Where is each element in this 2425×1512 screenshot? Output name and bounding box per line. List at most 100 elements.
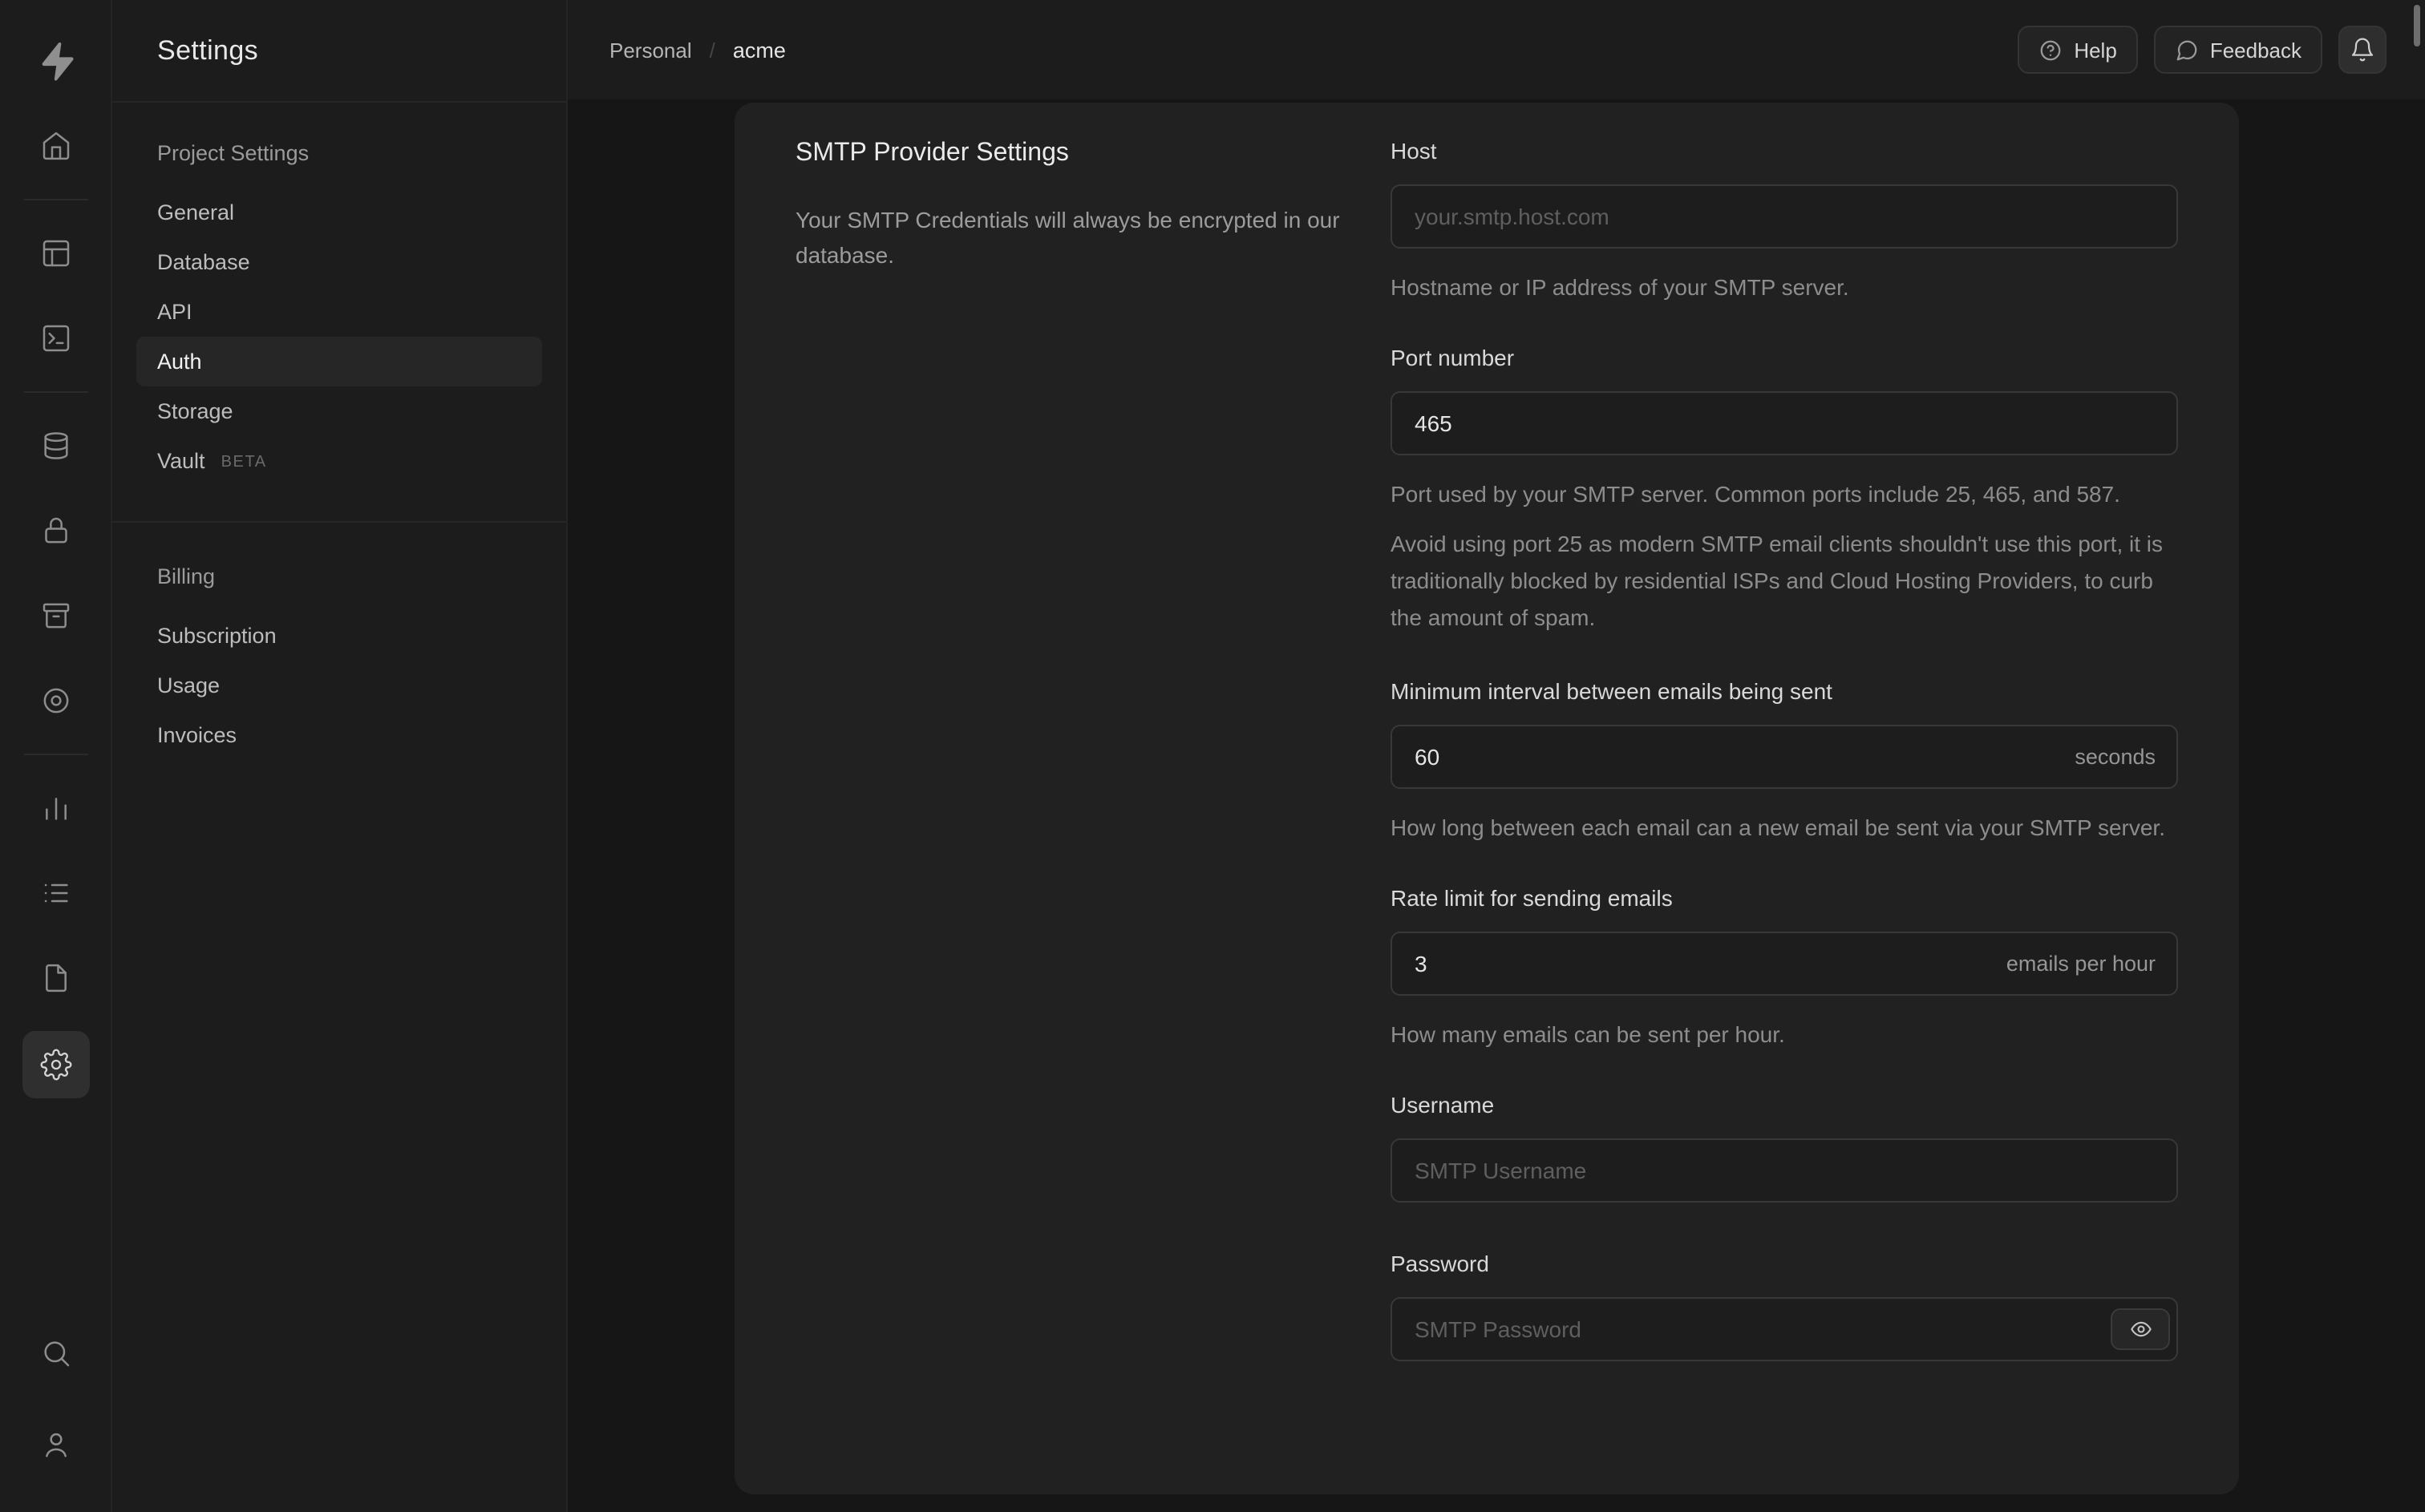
help-circle-icon [2040, 39, 2061, 60]
nav-reports-button[interactable] [23, 776, 87, 840]
rail-divider [23, 199, 87, 200]
auth-lock-icon [44, 517, 67, 544]
topbar-actions: Help Feedback [2018, 26, 2387, 74]
port-field-group: Port number Port used by your SMTP serve… [1391, 343, 2178, 637]
host-input[interactable] [1391, 184, 2178, 249]
section-label-billing: Billing [157, 564, 216, 588]
sidebar-item-usage[interactable]: Usage [136, 661, 542, 710]
sql-editor-icon [42, 325, 69, 352]
sidebar-item-invoices[interactable]: Invoices [136, 710, 542, 760]
sidebar-item-storage[interactable]: Storage [136, 386, 542, 436]
smtp-form: Host Hostname or IP address of your SMTP… [1391, 136, 2178, 1494]
sidebar-item-subscription[interactable]: Subscription [136, 611, 542, 661]
panel-info: SMTP Provider Settings Your SMTP Credent… [796, 136, 1391, 1494]
reveal-password-button[interactable] [2111, 1308, 2170, 1350]
sidebar-item-database[interactable]: Database [136, 237, 542, 287]
username-label: Username [1391, 1092, 1495, 1118]
nav-functions-button[interactable] [23, 669, 87, 733]
nav-project-settings-button[interactable] [22, 1031, 89, 1098]
account-button[interactable] [23, 1413, 87, 1477]
settings-nav: Project Settings General Database API Au… [112, 103, 566, 760]
port-note-text: Avoid using port 25 as modern SMTP email… [1391, 531, 2164, 630]
host-field-group: Host Hostname or IP address of your SMTP… [1391, 136, 2178, 306]
password-input-wrap [1391, 1297, 2178, 1361]
host-label: Host [1391, 138, 1437, 164]
sidebar-item-general[interactable]: General [136, 188, 542, 237]
panel-title: SMTP Provider Settings [796, 139, 1069, 167]
interval-field-group: Minimum interval between emails being se… [1391, 677, 2178, 847]
sidebar-divider [112, 521, 566, 523]
port-input-wrap [1391, 391, 2178, 455]
host-input-wrap [1391, 184, 2178, 249]
port-label: Port number [1391, 345, 1515, 370]
search-button[interactable] [23, 1321, 87, 1385]
topbar: Personal / acme Help Feedback [568, 0, 2425, 99]
breadcrumb-org[interactable]: Personal [609, 38, 692, 62]
interval-label: Minimum interval between emails being se… [1391, 678, 1832, 704]
user-icon [45, 1433, 66, 1457]
reports-chart-icon [45, 798, 66, 820]
settings-gear-icon [39, 1049, 71, 1081]
port-help-text: Port used by your SMTP server. Common po… [1391, 481, 2120, 507]
docs-file-icon [45, 964, 66, 993]
supabase-logo[interactable] [23, 29, 87, 93]
password-input[interactable] [1391, 1297, 2178, 1361]
password-label: Password [1391, 1251, 1489, 1276]
sidebar-item-vault[interactable]: Vault BETA [136, 436, 542, 486]
rail-bottom [23, 1321, 87, 1512]
nav-logs-button[interactable] [23, 861, 87, 925]
nav-home-button[interactable] [23, 114, 87, 178]
section-label-project-settings: Project Settings [157, 141, 310, 165]
sidebar-item-api[interactable]: API [136, 287, 542, 337]
supabase-logo-icon [41, 42, 73, 81]
interval-help-text: How long between each email can a new em… [1391, 815, 2165, 840]
username-field-group: Username [1391, 1090, 2178, 1203]
password-field-group: Password [1391, 1249, 2178, 1361]
content-area: SMTP Provider Settings Your SMTP Credent… [568, 99, 2425, 1512]
rate-limit-help-text: How many emails can be sent per hour. [1391, 1021, 1785, 1047]
feedback-bubble-icon [2176, 39, 2197, 60]
interval-input-wrap: seconds [1391, 725, 2178, 789]
scrollbar-thumb[interactable] [2414, 5, 2420, 46]
username-input[interactable] [1391, 1138, 2178, 1203]
rate-limit-input[interactable] [1391, 932, 2178, 996]
help-button[interactable]: Help [2018, 26, 2138, 74]
rail-divider [23, 391, 87, 393]
rate-limit-field-group: Rate limit for sending emails emails per… [1391, 883, 2178, 1053]
feedback-button[interactable]: Feedback [2153, 26, 2322, 74]
nav-auth-button[interactable] [23, 499, 87, 563]
table-editor-icon [42, 240, 69, 267]
rail-divider [23, 754, 87, 755]
rate-limit-input-wrap: emails per hour [1391, 932, 2178, 996]
functions-icon [43, 688, 68, 714]
sidebar-item-auth[interactable]: Auth [136, 337, 542, 386]
breadcrumb-separator: / [709, 38, 715, 62]
rate-limit-label: Rate limit for sending emails [1391, 885, 1673, 911]
username-input-wrap [1391, 1138, 2178, 1203]
eye-icon [2130, 1321, 2151, 1337]
nav-docs-button[interactable] [23, 946, 87, 1010]
icon-rail [0, 0, 112, 1512]
database-icon [43, 432, 67, 459]
logs-list-icon [43, 883, 67, 903]
nav-storage-button[interactable] [23, 584, 87, 648]
panel-description: Your SMTP Credentials will always be enc… [796, 207, 1340, 268]
notifications-button[interactable] [2338, 26, 2387, 74]
bell-icon [2351, 38, 2374, 62]
search-icon [43, 1341, 69, 1367]
host-help-text: Hostname or IP address of your SMTP serv… [1391, 274, 1849, 300]
nav-sql-editor-button[interactable] [23, 306, 87, 370]
sidebar-title: Settings [157, 34, 259, 65]
beta-badge: BETA [221, 453, 267, 471]
nav-database-button[interactable] [23, 414, 87, 478]
interval-input[interactable] [1391, 725, 2178, 789]
storage-icon [42, 603, 69, 629]
breadcrumb-project[interactable]: acme [733, 38, 786, 62]
app-window: Settings Project Settings General Databa… [0, 0, 2425, 1512]
port-input[interactable] [1391, 391, 2178, 455]
smtp-settings-panel: SMTP Provider Settings Your SMTP Credent… [735, 103, 2239, 1494]
home-icon [42, 131, 69, 160]
nav-table-editor-button[interactable] [23, 221, 87, 285]
sidebar-header: Settings [112, 0, 566, 103]
main-area: Personal / acme Help Feedback SMTP Provi… [568, 0, 2425, 1512]
